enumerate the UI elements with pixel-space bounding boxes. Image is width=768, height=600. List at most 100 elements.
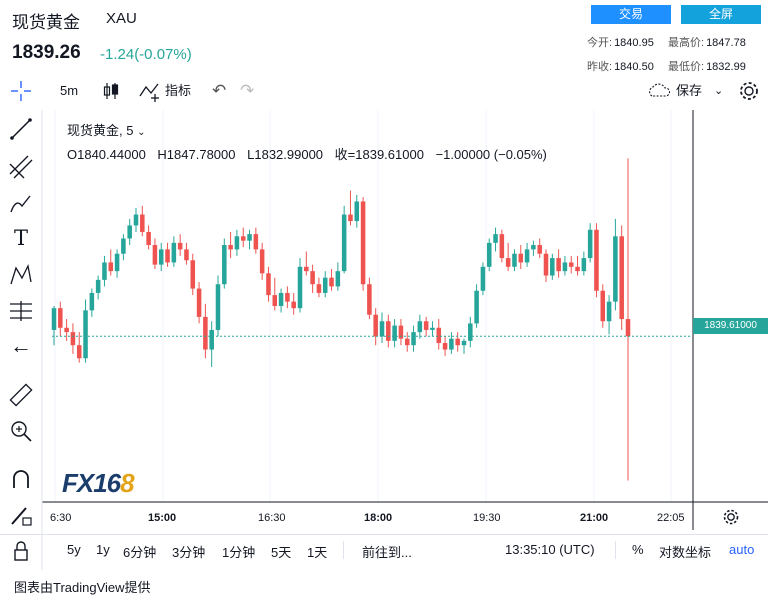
candle-body: [562, 262, 568, 272]
time-tick: 19:30: [473, 512, 501, 524]
time-tick: 21:00: [580, 512, 609, 524]
log-scale-toggle[interactable]: 对数坐标: [659, 542, 711, 561]
utc-clock[interactable]: 13:35:10 (UTC): [505, 542, 595, 557]
crosshair-icon[interactable]: [8, 78, 34, 104]
symbol-code: XAU: [106, 10, 137, 27]
candle-body: [152, 245, 158, 265]
candle-body: [543, 253, 549, 276]
zoom-in-icon[interactable]: [8, 418, 34, 444]
pencil-lock-icon[interactable]: [8, 502, 34, 528]
magnet-icon[interactable]: [8, 466, 34, 492]
legend-high: H1847.78000: [157, 147, 236, 162]
candle-body: [146, 231, 151, 246]
measure-lines-icon[interactable]: [8, 298, 34, 324]
legend-symbol: 现货黄金, 5: [67, 123, 134, 138]
chevron-down-icon[interactable]: ⌄: [137, 127, 145, 138]
legend-low: L1832.99000: [247, 147, 324, 162]
ruler-icon[interactable]: [8, 382, 34, 408]
candle-body: [505, 258, 511, 267]
indicators-icon[interactable]: [138, 78, 162, 104]
candle-body: [203, 316, 208, 350]
candle-body: [209, 329, 214, 350]
drawing-toolbar: T ←: [0, 110, 42, 570]
axis-settings-icon[interactable]: [721, 507, 741, 527]
candle-body: [499, 234, 505, 259]
gear-icon[interactable]: [737, 78, 761, 104]
candle-body: [386, 321, 391, 341]
candle-body: [247, 234, 252, 241]
brush-icon[interactable]: [8, 192, 34, 218]
fib-lines-icon[interactable]: [8, 154, 34, 180]
candle-body: [158, 249, 164, 265]
candle-body: [322, 277, 328, 293]
candle-body: [348, 214, 353, 222]
save-button[interactable]: 保存: [676, 78, 702, 104]
stat-high-value: 1847.78: [706, 37, 746, 49]
candle-body: [83, 310, 88, 359]
indicators-button[interactable]: 指标: [165, 78, 191, 104]
candle-body: [430, 327, 435, 330]
candle-body: [392, 325, 397, 341]
candle-body: [518, 253, 524, 263]
candle-body: [613, 236, 618, 302]
candle-body: [171, 242, 177, 263]
legend-ohlc: O1840.44000 H1847.78000 L1832.99000 收=18…: [67, 144, 555, 163]
undo-icon[interactable]: ↶: [212, 78, 226, 104]
candle-body: [341, 214, 347, 272]
candle-body: [436, 327, 442, 344]
candle-body: [455, 338, 460, 346]
cloud-icon[interactable]: [646, 78, 672, 104]
price-change: -1.24(-0.07%): [100, 46, 192, 63]
text-tool-icon[interactable]: T: [8, 226, 34, 252]
candle-body: [89, 292, 95, 311]
time-tick: 18:00: [364, 512, 393, 524]
range-1min[interactable]: 1分钟: [222, 542, 255, 561]
range-3min[interactable]: 3分钟: [172, 542, 205, 561]
legend-close: 收=1839.61000: [334, 147, 424, 162]
range-6min[interactable]: 6分钟: [123, 542, 156, 561]
range-1y[interactable]: 1y: [96, 542, 110, 557]
candle-body: [76, 345, 82, 359]
candles-icon[interactable]: [101, 78, 121, 104]
candle-body: [266, 273, 271, 296]
candle-body: [102, 262, 107, 280]
chevron-down-icon[interactable]: ⌄: [714, 78, 723, 104]
candle-body: [140, 214, 145, 232]
candle-body: [423, 321, 429, 330]
stat-low-label: 最低价:: [668, 61, 705, 73]
candle-body: [587, 229, 593, 259]
candle-body: [190, 260, 196, 289]
candle-body: [606, 301, 612, 322]
stat-prev: 昨收: 1840.50: [587, 58, 654, 74]
chart-toolbar: 5m 指标 ↶ ↷ 保存 ⌄: [0, 78, 768, 104]
candle-body: [550, 258, 555, 276]
trend-line-icon[interactable]: [8, 116, 34, 142]
interval-button[interactable]: 5m: [60, 78, 78, 104]
range-1d[interactable]: 1天: [307, 542, 327, 561]
candle-body: [222, 245, 227, 285]
candle-body: [537, 245, 542, 254]
candle-body: [575, 266, 580, 272]
range-5d[interactable]: 5天: [271, 542, 291, 561]
price-chart[interactable]: [0, 110, 768, 570]
auto-scale-toggle[interactable]: auto: [729, 542, 754, 557]
candle-body: [486, 242, 492, 267]
candle-body: [512, 253, 517, 267]
candle-body: [177, 242, 183, 250]
goto-button[interactable]: 前往到...: [362, 542, 412, 561]
candle-body: [184, 249, 189, 261]
arrow-left-icon[interactable]: ←: [8, 333, 34, 359]
pattern-icon[interactable]: [8, 262, 34, 288]
legend-title: 现货黄金, 5 ⌄: [67, 120, 145, 139]
trade-button[interactable]: 交易: [591, 5, 671, 24]
candle-body: [335, 271, 341, 287]
redo-icon[interactable]: ↷: [240, 78, 254, 104]
candle-body: [121, 238, 126, 254]
fullscreen-button[interactable]: 全屏: [681, 5, 761, 24]
candle-body: [474, 290, 479, 324]
candle-body: [524, 249, 530, 263]
candle-body: [480, 266, 486, 291]
range-5y[interactable]: 5y: [67, 542, 81, 557]
time-tick: 22:05: [657, 512, 685, 524]
percent-toggle[interactable]: %: [632, 542, 644, 557]
